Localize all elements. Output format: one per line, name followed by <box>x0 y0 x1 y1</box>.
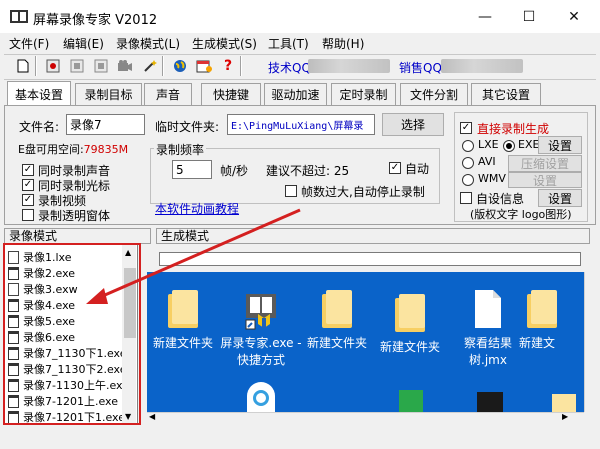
compress-settings-button[interactable]: 压缩设置 <box>508 155 582 172</box>
close-button[interactable]: ✕ <box>551 0 597 33</box>
desktop-icon-label: 新建文件夹 <box>306 336 367 350</box>
tab-sound[interactable]: 声音 <box>144 83 192 105</box>
maximize-button[interactable]: ☐ <box>506 0 552 33</box>
custom-info-label: 自设信息 <box>476 192 525 206</box>
toolbar-separator <box>35 56 37 76</box>
desktop-icon-label: 察看结果树.jmx <box>463 336 512 367</box>
custom-info-settings-button[interactable]: 设置 <box>538 189 582 207</box>
tab-hotkeys[interactable]: 快捷键 <box>201 83 261 105</box>
direct-generate-label: 直接录制生成 <box>477 122 550 136</box>
auto-fps-checkbox[interactable]: ✓ <box>389 162 401 174</box>
app-icon <box>10 10 28 23</box>
spreadsheet-icon <box>399 390 423 412</box>
menu-edit[interactable]: 编辑(E) <box>63 35 104 52</box>
toolbar-separator <box>240 56 242 76</box>
calendar-icon[interactable] <box>195 57 213 75</box>
folder-icon <box>525 288 559 330</box>
menu-file[interactable]: 文件(F) <box>9 35 49 52</box>
format-avi-label: AVI <box>478 155 496 168</box>
menu-help[interactable]: 帮助(H) <box>322 35 364 52</box>
format-wmv-radio[interactable] <box>462 174 474 186</box>
format-exe-radio[interactable] <box>503 140 515 152</box>
record-transparent-checkbox[interactable] <box>22 209 34 221</box>
free-space-label: E盘可用空间: <box>18 143 84 156</box>
temp-folder-label: 临时文件夹: <box>155 120 220 134</box>
ring-icon <box>253 390 269 406</box>
sales-qq-redacted <box>441 59 523 73</box>
globe-icon[interactable] <box>171 57 189 75</box>
format-avi-radio[interactable] <box>462 157 474 169</box>
folder-icon <box>393 292 427 334</box>
document-icon <box>475 290 501 328</box>
temp-folder-input[interactable]: E:\PingMuLuXiang\屏幕录 <box>227 114 375 135</box>
record-icon[interactable] <box>44 57 62 75</box>
direct-generate-checkbox[interactable]: ✓ <box>460 122 472 134</box>
sales-qq-label: 销售QQ: <box>399 61 446 75</box>
fps-input[interactable]: 5 <box>172 160 212 179</box>
dark-app-icon <box>477 392 503 412</box>
filename-label: 文件名: <box>19 120 60 134</box>
desktop-icon-label: 新建文件夹 <box>379 340 440 354</box>
annotation-arrow <box>86 208 301 304</box>
wmv-settings-button[interactable]: 设置 <box>508 172 582 188</box>
copyright-note: (版权文字 logo图形) <box>470 208 572 221</box>
desktop-icon[interactable]: 新建文 <box>519 288 584 351</box>
tab-other-settings[interactable]: 其它设置 <box>471 83 541 105</box>
tab-file-split[interactable]: 文件分割 <box>400 83 468 105</box>
format-lxe-label: LXE <box>478 138 499 151</box>
exe-settings-button[interactable]: 设置 <box>538 136 582 154</box>
free-space-value: 79835M <box>83 143 129 156</box>
desktop-icon[interactable]: 新建文件夹 <box>369 292 451 355</box>
format-wmv-label: WMV <box>478 172 506 185</box>
custom-info-checkbox[interactable] <box>460 192 472 204</box>
menu-record-mode[interactable]: 录像模式(L) <box>116 35 180 52</box>
free-space-row: E盘可用空间:79835M <box>18 141 128 157</box>
record-sound-checkbox[interactable]: ✓ <box>22 164 34 176</box>
auto-stop-checkbox[interactable] <box>285 185 297 197</box>
format-lxe-radio[interactable] <box>462 140 474 152</box>
format-exe-label: EXE <box>518 138 540 151</box>
scroll-left-icon[interactable]: ◀ <box>149 412 155 421</box>
preview-hscrollbar[interactable] <box>147 412 584 424</box>
pause-icon[interactable] <box>68 57 86 75</box>
auto-fps-label: 自动 <box>405 162 430 176</box>
folder-icon <box>552 394 576 412</box>
tech-qq-label: 技术QQ <box>268 61 311 75</box>
desktop-icon-label: 新建文件夹 <box>152 336 213 350</box>
tab-record-target[interactable]: 录制目标 <box>75 83 142 105</box>
select-folder-button[interactable]: 选择 <box>382 113 444 136</box>
menu-tools[interactable]: 工具(T) <box>268 35 309 52</box>
tab-driver-accel[interactable]: 驱动加速 <box>264 83 327 105</box>
stop-icon[interactable] <box>92 57 110 75</box>
tab-basic-settings[interactable]: 基本设置 <box>7 81 71 106</box>
tech-qq-redacted <box>308 59 390 73</box>
toolbar-separator <box>162 56 164 76</box>
auto-stop-label: 帧数过大,自动停止录制 <box>301 185 425 199</box>
wand-icon[interactable] <box>141 57 159 75</box>
desktop-icon-label: 新建文 <box>519 336 556 350</box>
fps-suggestion: 建议不超过: 25 <box>266 164 350 178</box>
frequency-title: 录制频率 <box>154 141 207 158</box>
minimize-button[interactable]: — <box>462 0 508 33</box>
help-question-icon[interactable]: ? <box>219 57 237 75</box>
window-title: 屏幕录像专家 V2012 <box>33 13 158 28</box>
record-cursor-checkbox[interactable]: ✓ <box>22 179 34 191</box>
filename-input[interactable]: 录像7 <box>66 114 145 135</box>
desktop-icon-label: 屏录专家.exe - 快捷方式 <box>220 336 302 367</box>
desktop-icon[interactable]: 察看结果树.jmx <box>447 288 529 368</box>
camera-icon[interactable] <box>116 57 134 75</box>
folder-icon <box>320 288 354 330</box>
preview-vscrollbar[interactable] <box>584 272 596 412</box>
new-file-icon[interactable] <box>14 57 32 75</box>
record-video-checkbox[interactable]: ✓ <box>22 194 34 206</box>
scroll-right-icon[interactable]: ▶ <box>562 412 568 421</box>
tab-scheduled-record[interactable]: 定时录制 <box>331 83 396 105</box>
fps-unit: 帧/秒 <box>220 164 249 178</box>
menu-generate-mode[interactable]: 生成模式(S) <box>192 35 257 52</box>
